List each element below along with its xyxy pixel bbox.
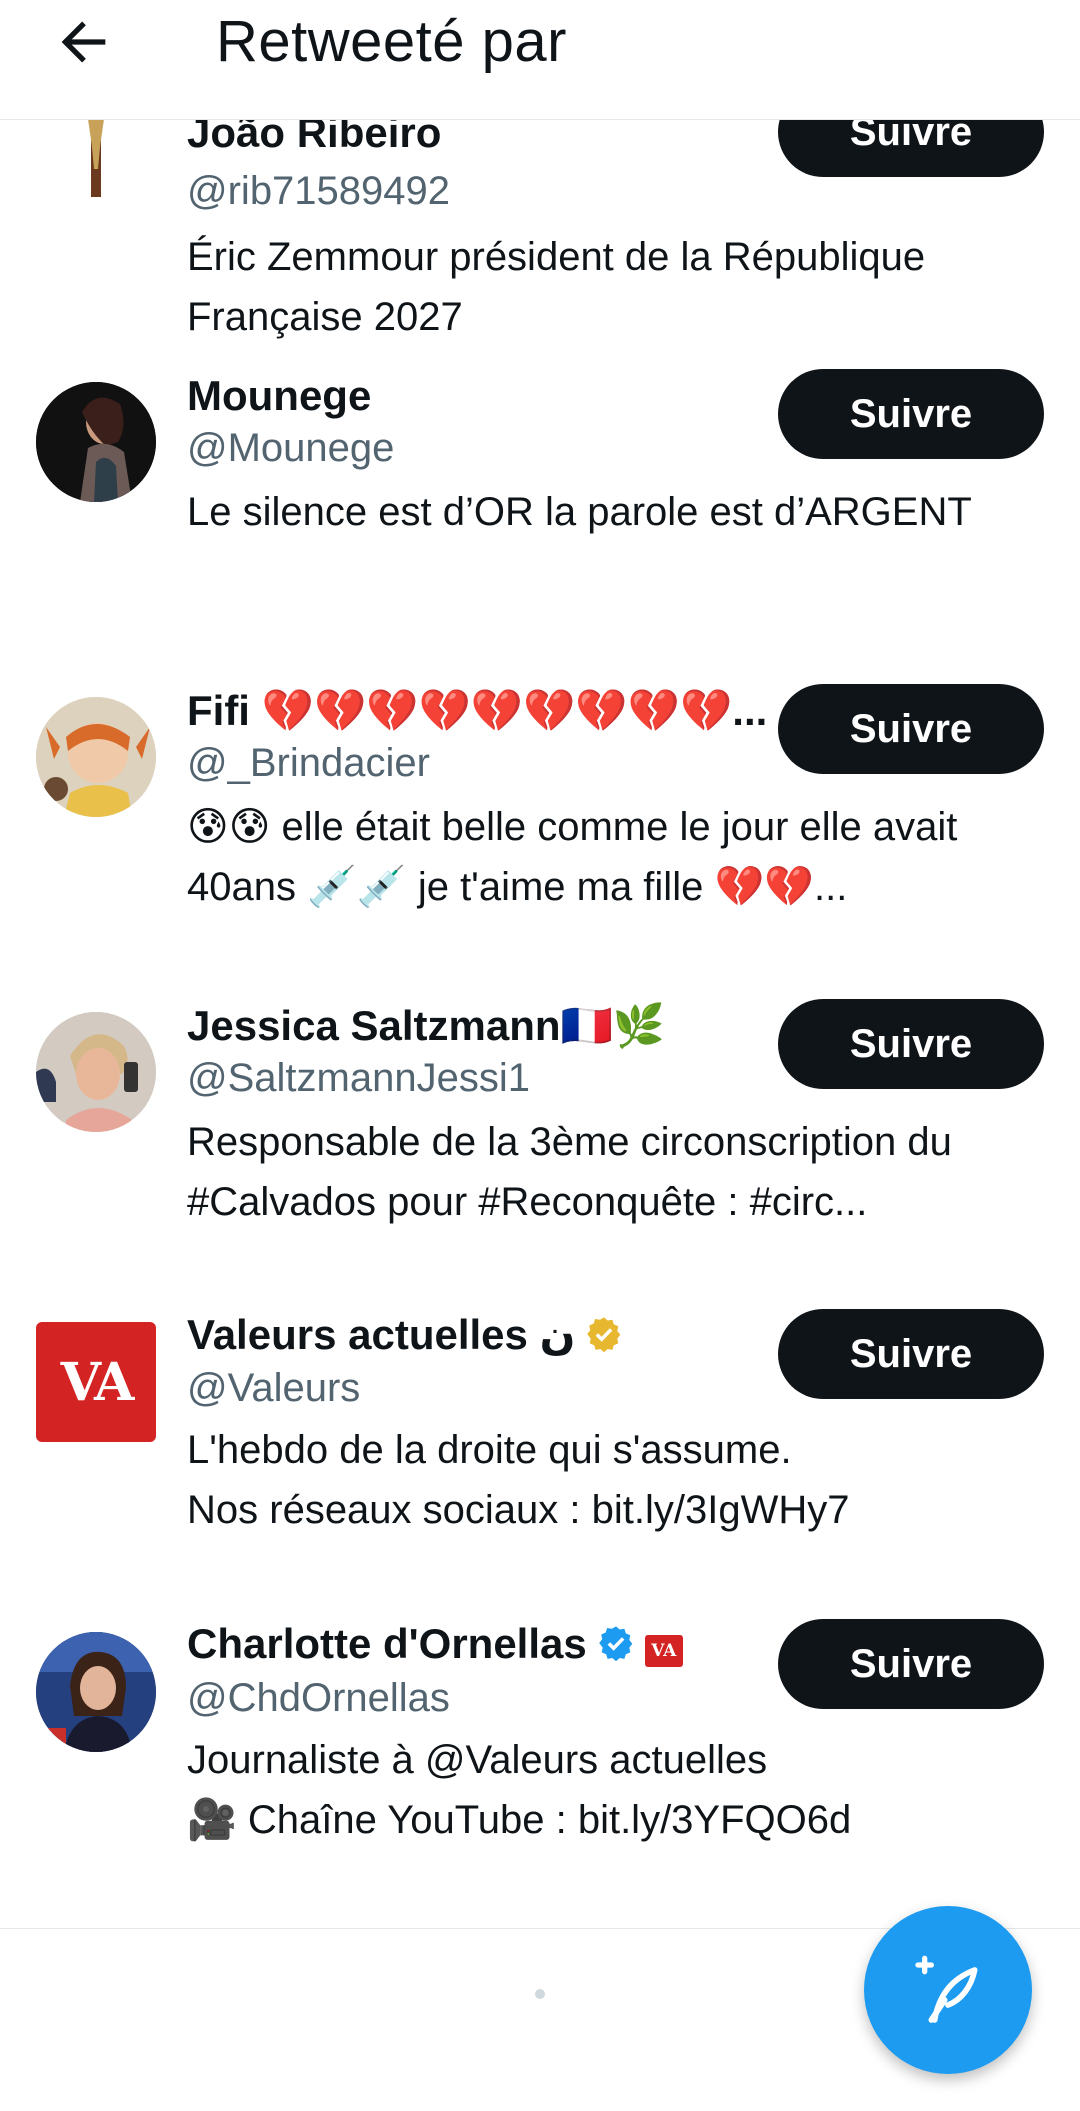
user-bio-line: L'hebdo de la droite qui s'assume. <box>187 1428 792 1472</box>
top-bar: Retweeté par <box>0 0 1080 120</box>
user-bio-line: Journaliste à @Valeurs actuelles <box>187 1738 768 1782</box>
follow-button[interactable]: Suivre <box>778 369 1044 459</box>
user-bio: 😰😰 elle était belle comme le jour elle a… <box>187 805 958 909</box>
user-row[interactable]: Charlotte d'Ornellas VA @ChdOrnellas Jour… <box>0 1602 1080 1917</box>
user-name: Charlotte d'Ornellas VA <box>187 1620 683 1668</box>
follow-button[interactable]: Suivre <box>778 1619 1044 1709</box>
user-name: João Ribeiro <box>187 120 442 156</box>
user-bio: Le silence est d’OR la parole est d’ARGE… <box>187 490 972 534</box>
user-name: Jessica Saltzmann🇫🇷🌿 <box>187 1002 666 1049</box>
va-logo-text: VA <box>60 1351 135 1413</box>
user-row[interactable]: Jessica Saltzmann🇫🇷🌿 @SaltzmannJessi1 Re… <box>0 982 1080 1297</box>
user-row[interactable]: Mounege @Mounege Le silence est d’OR la … <box>0 352 1080 667</box>
user-row[interactable]: VA Valeurs actuelles ن @Valeurs L'hebdo … <box>0 1292 1080 1607</box>
compose-feather-icon <box>915 1955 978 2023</box>
user-list: João Ribeiro @rib71589492 Éric Zemmour p… <box>0 120 1080 1928</box>
user-handle: @Mounege <box>187 426 395 470</box>
user-name-text: Charlotte d'Ornellas <box>187 1620 587 1667</box>
user-bio: Éric Zemmour président de la République … <box>187 235 926 339</box>
verified-gold-badge-icon <box>587 1317 621 1353</box>
user-handle: @SaltzmannJessi1 <box>187 1056 530 1100</box>
affiliation-badge-va: VA <box>644 1635 683 1667</box>
avatar[interactable] <box>36 1632 156 1752</box>
user-bio-link-line[interactable]: Nos réseaux sociaux : bit.ly/3IgWHy7 <box>187 1480 1047 1540</box>
back-arrow-icon[interactable] <box>52 10 116 74</box>
user-name: Valeurs actuelles ن <box>187 1310 623 1359</box>
follow-button[interactable]: Suivre <box>778 999 1044 1089</box>
user-bio-link-line[interactable]: 🎥 Chaîne YouTube : bit.ly/3YFQO6d <box>187 1790 1047 1850</box>
avatar[interactable] <box>36 1012 156 1132</box>
user-name: Mounege <box>187 372 372 419</box>
follow-button[interactable]: Suivre <box>778 684 1044 774</box>
user-bio: Responsable de la 3ème circonscription d… <box>187 1120 952 1224</box>
verified-blue-badge-icon <box>598 1626 633 1662</box>
user-name-text: Valeurs actuelles ن <box>187 1311 576 1358</box>
user-name: Fifi 💔💔💔💔💔💔💔💔💔... <box>187 687 768 734</box>
avatar[interactable] <box>36 382 156 502</box>
page-title: Retweeté par <box>216 9 567 74</box>
follow-button[interactable]: Suivre <box>778 1309 1044 1399</box>
user-row[interactable]: Fifi 💔💔💔💔💔💔💔💔💔... @_Brindacier 😰😰 elle é… <box>0 667 1080 982</box>
avatar[interactable] <box>36 120 156 197</box>
user-row[interactable]: João Ribeiro @rib71589492 Éric Zemmour p… <box>0 120 1080 352</box>
user-bio: Journaliste à @Valeurs actuelles 🎥 Chaîn… <box>187 1730 1047 1850</box>
user-handle: @ChdOrnellas <box>187 1676 450 1720</box>
user-handle: @_Brindacier <box>187 741 430 785</box>
avatar[interactable]: VA <box>36 1322 156 1442</box>
user-bio: L'hebdo de la droite qui s'assume. Nos r… <box>187 1420 1047 1540</box>
loading-dot-icon <box>535 1989 545 1999</box>
user-handle: @rib71589492 <box>187 169 451 213</box>
follow-button[interactable]: Suivre <box>778 120 1044 177</box>
compose-tweet-button[interactable] <box>864 1906 1032 2074</box>
avatar[interactable] <box>36 697 156 817</box>
user-handle: @Valeurs <box>187 1366 361 1410</box>
